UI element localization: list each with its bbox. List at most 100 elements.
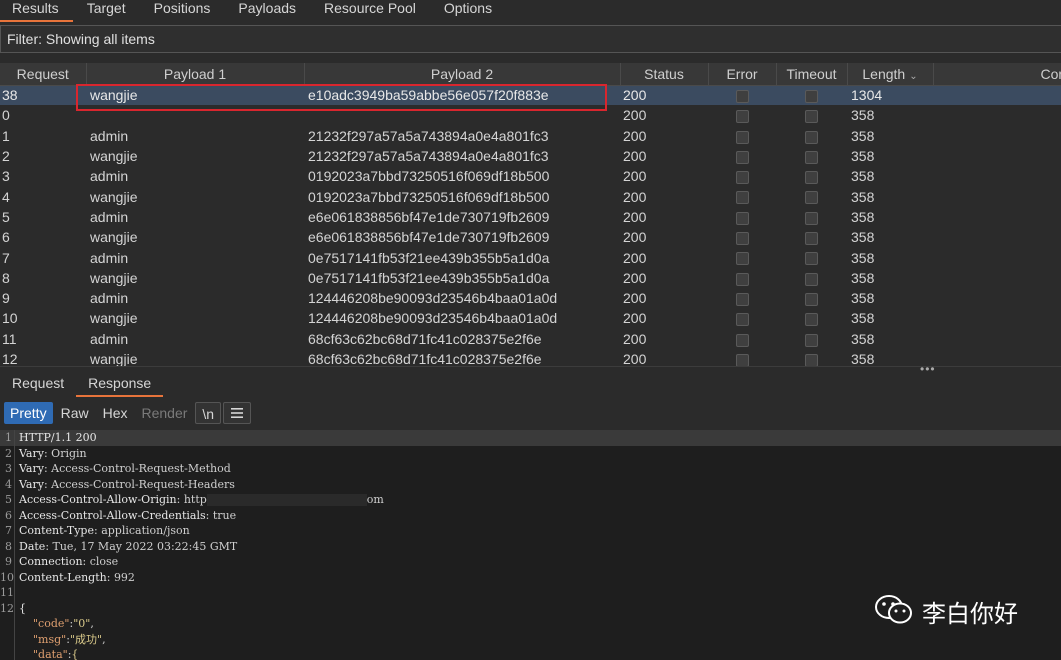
tab-results[interactable]: Results (0, 0, 73, 22)
header-name: Connection (19, 555, 83, 568)
table-row[interactable]: 0 200 358 (0, 105, 1061, 125)
header-value: Origin (51, 446, 87, 460)
cell-status: 200 (623, 269, 647, 286)
column-header-payload-2[interactable]: Payload 2 (304, 63, 621, 86)
table-row[interactable]: 7 admin 0e7517141fb53f21ee439b355b5a1d0a 20… (0, 247, 1061, 267)
tab-target[interactable]: Target (73, 0, 140, 22)
cell-timeout (776, 227, 847, 247)
code-text: Date: Tue, 17 May 2022 03:22:45 GMT (15, 539, 237, 555)
cell-payload-2: 21232f297a57a5a743894a0e4a801fc3 (308, 127, 549, 144)
table-row[interactable]: 1 admin 21232f297a57a5a743894a0e4a801fc3 20… (0, 126, 1061, 146)
column-header-status[interactable]: Status (620, 63, 709, 86)
code-line: "data":{ (0, 647, 1061, 660)
cell-length: 358 (851, 208, 875, 225)
cell-error (708, 126, 776, 146)
pretty-button[interactable]: Pretty (4, 402, 53, 424)
column-header-length-label: Length (862, 65, 906, 82)
top-tab-bar: Results Target Positions Payloads Resour… (0, 0, 1061, 22)
cell-payload-2: 124446208be90093d23546b4baa01a0d (308, 290, 558, 307)
table-row[interactable]: 3 admin 0192023a7bbd73250516f069df18b500 20… (0, 166, 1061, 186)
line-number: 10 (0, 569, 15, 585)
column-header-error[interactable]: Error (708, 63, 777, 86)
cell-error (708, 329, 776, 349)
line-number (0, 647, 15, 660)
header-name: Content-Length (19, 570, 107, 584)
filter-bar[interactable]: Filter: Showing all items (0, 25, 1061, 53)
cell-length: 358 (851, 310, 875, 327)
cell-timeout (776, 146, 847, 166)
table-row[interactable]: 2 wangjie 21232f297a57a5a743894a0e4a801fc3… (0, 146, 1061, 166)
raw-button[interactable]: Raw (55, 402, 95, 424)
cell-error (708, 207, 776, 227)
cell-status: 200 (623, 310, 647, 327)
newline-toggle-button[interactable]: \n (195, 402, 222, 424)
checkbox-icon (735, 232, 749, 246)
line-number: 1 (0, 430, 15, 446)
tab-request[interactable]: Request (0, 373, 76, 397)
table-row[interactable]: 8 wangjie 0e7517141fb53f21ee439b355b5a1d0a… (0, 268, 1061, 288)
cell-length: 358 (851, 330, 875, 347)
table-row[interactable]: 5 admin e6e061838856bf47e1de730719fb2609 20… (0, 207, 1061, 227)
cell-comment (933, 105, 1061, 125)
tab-positions[interactable]: Positions (140, 0, 225, 22)
cell-status: 200 (623, 249, 647, 266)
column-header-timeout[interactable]: Timeout (776, 63, 848, 86)
table-row[interactable]: 38 wangjie e10adc3949ba59abbe56e057f20f883… (0, 85, 1061, 106)
cell-payload-1: admin (90, 290, 129, 307)
line-number: 4 (0, 476, 15, 492)
cell-comment (933, 268, 1061, 288)
header-name: Vary (19, 462, 44, 475)
checkbox-icon (805, 211, 818, 225)
header-name: Vary (19, 446, 44, 460)
results-table: Request Payload 1 Payload 2 Status Error… (0, 63, 1061, 367)
table-row[interactable]: 10 wangjie 124446208be90093d23546b4baa01a0… (0, 308, 1061, 328)
table-row[interactable]: 9 admin 124446208be90093d23546b4baa01a0d 20… (0, 288, 1061, 308)
header-name: Date (19, 539, 46, 553)
cell-payload-2: 124446208be90093d23546b4baa01a0d (308, 310, 558, 327)
cell-payload-2: 21232f297a57a5a743894a0e4a801fc3 (308, 148, 549, 165)
hamburger-icon[interactable] (223, 402, 252, 424)
cell-timeout (776, 268, 847, 288)
code-text: HTTP/1.1 200 (15, 430, 97, 446)
checkbox-icon (735, 171, 749, 185)
table-row[interactable]: 4 wangjie 0192023a7bbd73250516f069df18b500… (0, 186, 1061, 206)
line-number: 9 (0, 554, 15, 570)
table-row[interactable]: 12 wangjie 68cf63c62bc68d71fc41c028375e2f6… (0, 349, 1061, 367)
json-line: "code":"0", (15, 616, 94, 632)
render-button[interactable]: Render (136, 402, 194, 424)
code-line: 6 Access-Control-Allow-Credentials: true (0, 507, 1061, 523)
tab-payloads[interactable]: Payloads (224, 0, 310, 22)
line-number: 3 (0, 461, 15, 477)
cell-payload-1: wangjie (90, 229, 138, 246)
tab-resource-pool[interactable]: Resource Pool (310, 0, 430, 22)
checkbox-icon (735, 333, 749, 347)
tab-response[interactable]: Response (76, 373, 164, 397)
code-text: Connection: close (15, 554, 118, 570)
cell-length: 358 (851, 127, 875, 144)
tab-options[interactable]: Options (430, 0, 506, 22)
column-header-length[interactable]: Length ⌄ (847, 63, 934, 86)
cell-request: 8 (2, 269, 10, 286)
code-line: "msg":"成功", (0, 631, 1061, 647)
table-header: Request Payload 1 Payload 2 Status Error… (0, 63, 1061, 86)
column-header-comment[interactable]: Comme (933, 63, 1061, 86)
table-row[interactable]: 11 admin 68cf63c62bc68d71fc41c028375e2f6e 2… (0, 329, 1061, 349)
checkbox-icon (805, 232, 818, 246)
column-header-payload-1[interactable]: Payload 1 (86, 63, 305, 86)
column-header-request[interactable]: Request (0, 63, 87, 86)
table-row[interactable]: 6 wangjie e6e061838856bf47e1de730719fb2609… (0, 227, 1061, 247)
code-line: 8 Date: Tue, 17 May 2022 03:22:45 GMT (0, 538, 1061, 555)
cell-comment (933, 166, 1061, 186)
pane-splitter[interactable] (0, 366, 1061, 370)
cell-error (708, 247, 776, 267)
cell-request: 0 (2, 107, 10, 124)
json-key: "data" (33, 648, 68, 660)
header-value: 992 (113, 570, 135, 584)
cell-payload-1: admin (90, 127, 129, 144)
checkbox-icon (805, 110, 818, 124)
code-line: 3 Vary: Access-Control-Request-Method (0, 461, 1061, 477)
line-number: 8 (0, 538, 15, 554)
hex-button[interactable]: Hex (97, 402, 134, 424)
cell-length: 358 (851, 249, 875, 266)
